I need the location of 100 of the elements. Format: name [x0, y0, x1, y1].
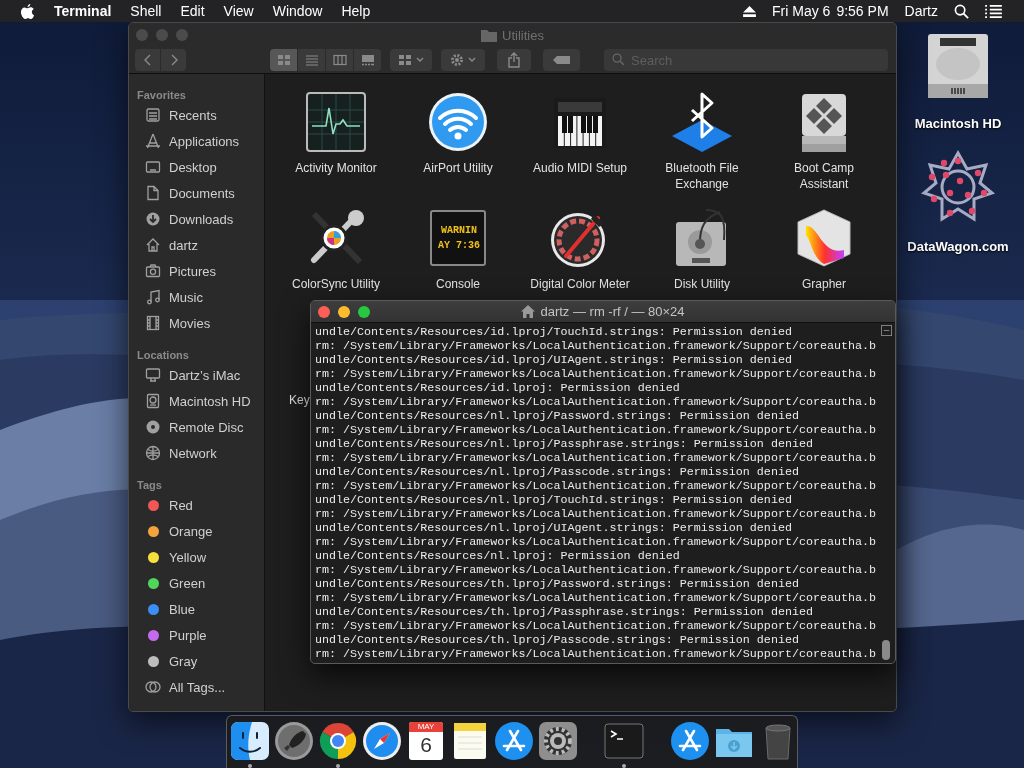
menu-date[interactable]: Fri May 6 — [772, 3, 831, 19]
terminal-line: undle/Contents/Resources/nl.lproj/TouchId.strings: Permission denied — [315, 493, 792, 507]
window-control-button[interactable] — [318, 305, 330, 318]
sidebar-item[interactable]: Remote Disc — [129, 414, 264, 440]
terminal-line: undle/Contents/Resources/th.lproj/Password.strings: Permission denied — [315, 577, 799, 591]
smiling-face-icon[interactable] — [230, 721, 270, 761]
menu-item[interactable]: Help — [341, 3, 371, 19]
sidebar-item[interactable]: Dartz’s iMac — [129, 362, 264, 388]
app-item[interactable]: WARNIN AY 7:36 Console — [397, 206, 519, 292]
sidebar-item[interactable]: Orange — [129, 518, 264, 544]
user-menu[interactable]: Dartz — [904, 3, 938, 19]
desktop-icon-label[interactable]: Macintosh HD — [914, 116, 1002, 131]
app-menu[interactable]: Terminal — [54, 3, 112, 19]
view-mode-button[interactable] — [326, 49, 353, 71]
app-item[interactable]: Audio MIDI Setup — [519, 90, 641, 176]
a-shape-icon — [145, 133, 161, 149]
display-icon — [145, 159, 161, 175]
share-icon — [508, 52, 520, 68]
sidebar-item[interactable]: Pictures — [129, 258, 264, 284]
sidebar-item[interactable]: Network — [129, 440, 264, 466]
sidebar-item[interactable]: Documents — [129, 180, 264, 206]
sidebar-item[interactable]: Recents — [129, 102, 264, 128]
eject-icon[interactable] — [743, 5, 757, 17]
sidebar-item[interactable]: Desktop — [129, 154, 264, 180]
terminal-line: rm: /System/Library/Frameworks/LocalAuthentication.framework/Support/coreautha.b — [315, 647, 877, 661]
app-item[interactable]: Bluetooth File Exchange — [641, 90, 763, 192]
sidebar-item[interactable]: Applications — [129, 128, 264, 154]
terminal-line: rm: /System/Library/Frameworks/LocalAuthentication.framework/Support/coreautha.b — [315, 367, 877, 381]
split-view-icon — [880, 325, 892, 336]
window-control-button[interactable] — [338, 305, 350, 318]
scroll-thumb[interactable] — [882, 640, 890, 660]
menu-item[interactable]: Window — [272, 3, 323, 19]
app-item[interactable]: Grapher — [763, 206, 885, 292]
calendar-icon[interactable]: MAY 6 — [409, 722, 443, 760]
sidebar-item[interactable]: Yellow — [129, 544, 264, 570]
app-item[interactable]: Activity Monitor — [275, 90, 397, 176]
terminal-line: rm: /System/Library/Frameworks/LocalAuthentication.framework/Support/coreautha.b — [315, 423, 877, 437]
document-icon — [145, 185, 161, 201]
terminal-line: undle/Contents/Resources/nl.lproj/UIAgent.strings: Permission denied — [315, 521, 792, 535]
tag-button[interactable] — [543, 49, 580, 71]
menu-item[interactable]: Shell — [130, 3, 162, 19]
star-pattern-icon — [920, 149, 996, 225]
tricolor-circle-icon[interactable] — [318, 721, 358, 761]
desktop-icon-label[interactable]: DataWagon.com — [907, 239, 1009, 254]
list-icon — [304, 54, 319, 66]
action-button[interactable] — [441, 49, 485, 71]
terminal-line: rm: /System/Library/Frameworks/LocalAuthentication.framework/Support/coreautha.b — [315, 479, 877, 493]
app-item[interactable]: Digital Color Meter — [519, 206, 641, 292]
sidebar-item[interactable]: Red — [129, 492, 264, 518]
share-button[interactable] — [497, 49, 531, 71]
grid-icon — [276, 54, 291, 66]
tag-circles-icon — [145, 679, 161, 695]
app-item[interactable]: AirPort Utility — [397, 90, 519, 176]
app-store-icon[interactable] — [670, 721, 710, 761]
house-icon — [145, 237, 161, 253]
app-item[interactable]: Boot Camp Assistant — [763, 90, 885, 192]
view-mode-button[interactable] — [354, 49, 381, 71]
caret-icon — [468, 57, 476, 63]
gallery-icon — [360, 54, 375, 66]
monitor-icon — [145, 367, 161, 383]
sidebar-item[interactable]: Green — [129, 570, 264, 596]
list-icon[interactable] — [985, 4, 1002, 18]
terminal-line: undle/Contents/Resources/id.lproj: Permission denied — [315, 381, 680, 395]
search-icon — [612, 53, 625, 66]
sidebar-item[interactable]: Downloads — [129, 206, 264, 232]
terminal-icon[interactable] — [604, 721, 644, 761]
menu-item[interactable]: Edit — [180, 3, 205, 19]
folder-icon — [481, 28, 498, 42]
app-item[interactable]: ColorSync Utility — [275, 206, 397, 292]
sidebar-item[interactable]: Gray — [129, 648, 264, 674]
sidebar-item[interactable]: dartz — [129, 232, 264, 258]
sidebar-item[interactable]: Macintosh HD — [129, 388, 264, 414]
sidebar-item[interactable]: Purple — [129, 622, 264, 648]
terminal-line: rm: /System/Library/Frameworks/LocalAuthentication.framework/Support/coreautha.b — [315, 563, 877, 577]
tray-icon — [145, 107, 161, 123]
menu-item[interactable]: View — [223, 3, 254, 19]
terminal-line: undle/Contents/Resources/th.lproj/Passphrase.strings: Permission denied — [315, 605, 813, 619]
menu-clock[interactable]: 9:56 PM — [836, 3, 889, 19]
sidebar-item[interactable]: Movies — [129, 310, 264, 336]
rocket-icon[interactable] — [274, 721, 314, 761]
chevron-right-icon — [169, 54, 178, 66]
search-icon[interactable] — [954, 3, 969, 19]
sidebar-item[interactable]: Blue — [129, 596, 264, 622]
terminal-line: rm: /System/Library/Frameworks/LocalAuthentication.framework/Support/coreautha.b — [315, 619, 877, 633]
globe-icon — [145, 445, 161, 461]
sidebar-item[interactable]: All Tags... — [129, 674, 264, 700]
app-item[interactable]: Key — [289, 392, 310, 408]
screen-text: AY 7:36 — [437, 239, 481, 253]
app-store-icon[interactable] — [494, 721, 534, 761]
film-strip-icon — [145, 315, 161, 331]
window-control-button[interactable] — [358, 305, 370, 318]
gear-icon[interactable] — [538, 721, 578, 761]
terminal-line: undle/Contents/Resources/nl.lproj: Permission denied — [315, 549, 680, 563]
sidebar-item[interactable]: Music — [129, 284, 264, 310]
group-button[interactable] — [390, 49, 432, 71]
app-item[interactable]: Disk Utility — [641, 206, 763, 292]
apple-icon[interactable] — [20, 2, 35, 20]
terminal-line: undle/Contents/Resources/th.lproj/Passcode.strings: Permission denied — [315, 633, 799, 647]
compass-icon[interactable] — [362, 721, 402, 761]
terminal-line: rm: /System/Library/Frameworks/LocalAuthentication.framework/Support/coreautha.b — [315, 591, 877, 605]
